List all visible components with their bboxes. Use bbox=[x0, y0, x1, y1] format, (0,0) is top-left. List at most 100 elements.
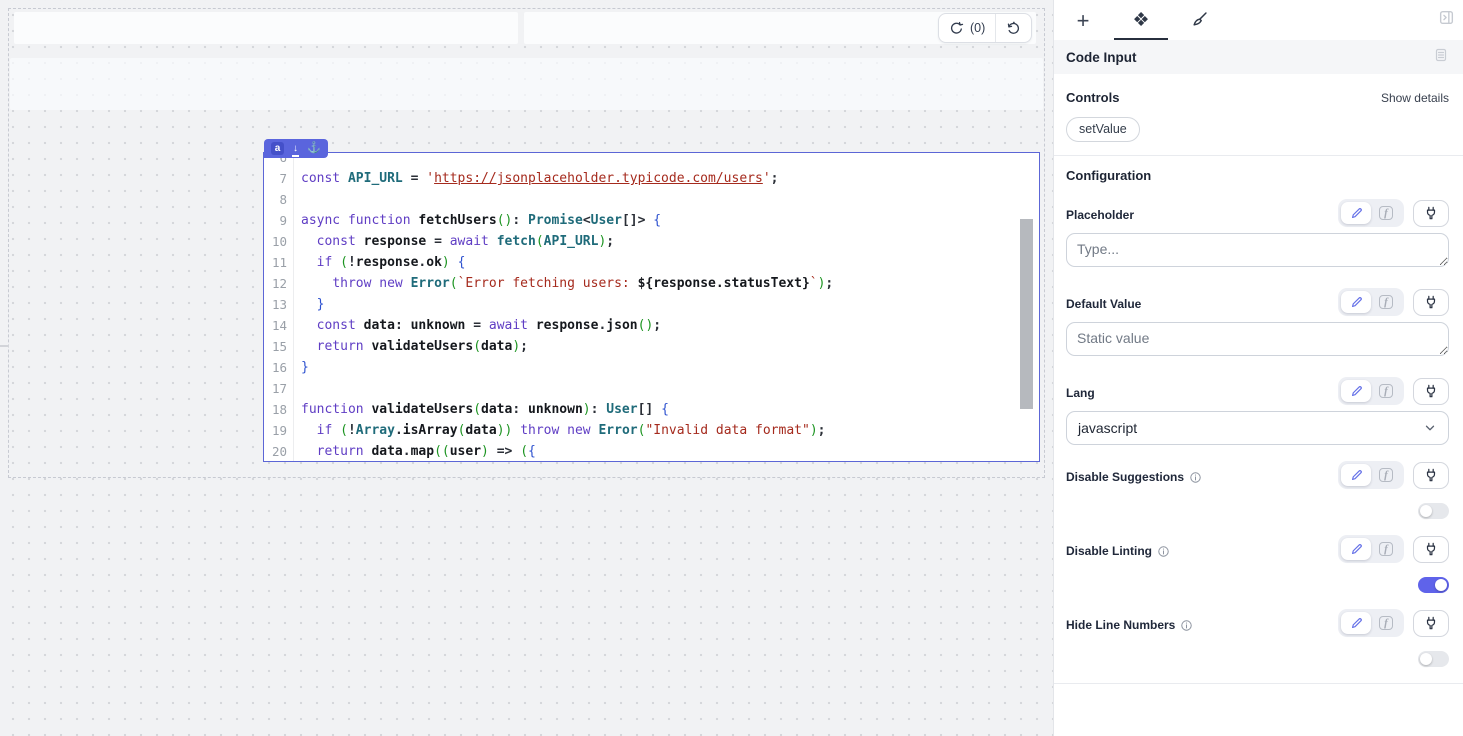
code-text: return validateUsers(data); bbox=[294, 336, 528, 357]
bind-data-button[interactable] bbox=[1413, 289, 1449, 316]
code-line: 9async function fetchUsers(): Promise<Us… bbox=[264, 210, 1039, 231]
plug-icon bbox=[1424, 468, 1438, 482]
code-input-widget[interactable]: 67const API_URL = 'https://jsonplacehold… bbox=[263, 152, 1040, 462]
edit-mode-button[interactable] bbox=[1341, 380, 1371, 402]
edit-mode-button[interactable] bbox=[1341, 612, 1371, 634]
collapse-panel-button[interactable] bbox=[1438, 9, 1455, 31]
bind-data-button[interactable] bbox=[1413, 378, 1449, 405]
anchor-icon[interactable]: ⚓ bbox=[307, 143, 321, 154]
prop-row-disable-linting: Disable Linting f bbox=[1066, 535, 1449, 593]
info-icon[interactable] bbox=[1180, 619, 1193, 632]
prop-label: Lang bbox=[1066, 386, 1095, 405]
refresh-count: (0) bbox=[970, 21, 985, 35]
fx-mode-button[interactable]: f bbox=[1371, 538, 1401, 560]
line-number: 15 bbox=[264, 336, 294, 357]
edit-icon bbox=[1350, 469, 1363, 482]
line-number: 7 bbox=[264, 168, 294, 189]
tab-style[interactable] bbox=[1170, 0, 1228, 40]
tab-add[interactable]: + bbox=[1054, 0, 1112, 40]
code-editor[interactable]: 67const API_URL = 'https://jsonplacehold… bbox=[264, 152, 1039, 462]
code-line: 17 bbox=[264, 378, 1039, 399]
fx-icon: f bbox=[1379, 384, 1393, 398]
widget-name: Code Input bbox=[1066, 50, 1137, 65]
value-mode-segment: f bbox=[1338, 377, 1404, 405]
plug-icon bbox=[1424, 295, 1438, 309]
doc-button[interactable] bbox=[1433, 47, 1449, 68]
controls-heading: Controls bbox=[1066, 90, 1119, 105]
prop-label: Hide Line Numbers bbox=[1066, 618, 1175, 632]
fx-mode-button[interactable]: f bbox=[1371, 612, 1401, 634]
disable-linting-toggle[interactable] bbox=[1418, 577, 1449, 593]
lang-select[interactable]: javascript bbox=[1066, 411, 1449, 445]
widget-type-badge[interactable]: a bbox=[271, 142, 284, 155]
edit-mode-button[interactable] bbox=[1341, 291, 1371, 313]
edit-icon bbox=[1350, 543, 1363, 556]
code-line: 7const API_URL = 'https://jsonplaceholde… bbox=[264, 168, 1039, 189]
bind-data-button[interactable] bbox=[1413, 610, 1449, 637]
design-canvas[interactable]: (0) a ↓ ⚓ 67const API_URL = 'https://jso… bbox=[0, 0, 1053, 736]
divider bbox=[1054, 683, 1463, 684]
disable-suggestions-toggle[interactable] bbox=[1418, 503, 1449, 519]
history-icon bbox=[1006, 21, 1021, 36]
code-text: const data: unknown = await response.jso… bbox=[294, 315, 661, 336]
panel-tabbar: + ❖ bbox=[1054, 0, 1463, 40]
line-number: 16 bbox=[264, 357, 294, 378]
divider bbox=[1054, 155, 1463, 156]
fx-icon: f bbox=[1379, 542, 1393, 556]
doc-icon bbox=[1433, 47, 1449, 63]
refresh-button[interactable]: (0) bbox=[939, 14, 995, 42]
info-icon[interactable] bbox=[1189, 471, 1202, 484]
code-line: 12 throw new Error(`Error fetching users… bbox=[264, 273, 1039, 294]
fx-mode-button[interactable]: f bbox=[1371, 202, 1401, 224]
add-tab-icon: + bbox=[1077, 11, 1090, 30]
edit-icon bbox=[1350, 385, 1363, 398]
bind-data-button[interactable] bbox=[1413, 200, 1449, 227]
code-text: } bbox=[294, 294, 324, 315]
fx-icon: f bbox=[1379, 295, 1393, 309]
show-details-link[interactable]: Show details bbox=[1381, 91, 1449, 105]
value-mode-segment: f bbox=[1338, 288, 1404, 316]
bind-data-button[interactable] bbox=[1413, 462, 1449, 489]
default-value-input[interactable] bbox=[1066, 322, 1449, 356]
editor-scrollbar[interactable] bbox=[1020, 219, 1033, 409]
code-line: 8 bbox=[264, 189, 1039, 210]
prop-label: Disable Linting bbox=[1066, 544, 1152, 558]
bind-data-button[interactable] bbox=[1413, 536, 1449, 563]
properties-panel: + ❖ Code Input bbox=[1053, 0, 1463, 736]
hide-line-numbers-toggle[interactable] bbox=[1418, 651, 1449, 667]
canvas-edge-handle[interactable] bbox=[0, 345, 9, 347]
lang-select-value: javascript bbox=[1078, 420, 1137, 436]
code-text: throw new Error(`Error fetching users: $… bbox=[294, 273, 833, 294]
value-mode-segment: f bbox=[1338, 461, 1404, 489]
history-button[interactable] bbox=[996, 14, 1031, 42]
edit-icon bbox=[1350, 207, 1363, 220]
plug-icon bbox=[1424, 616, 1438, 630]
chevron-down-icon bbox=[1423, 421, 1437, 435]
widgets-tab-icon: ❖ bbox=[1132, 11, 1149, 30]
refresh-icon bbox=[949, 21, 964, 36]
edit-mode-button[interactable] bbox=[1341, 202, 1371, 224]
edit-mode-button[interactable] bbox=[1341, 538, 1371, 560]
setvalue-chip[interactable]: setValue bbox=[1066, 117, 1140, 142]
value-mode-segment: f bbox=[1338, 199, 1404, 227]
edit-mode-button[interactable] bbox=[1341, 464, 1371, 486]
fx-icon: f bbox=[1379, 468, 1393, 482]
code-text: const API_URL = 'https://jsonplaceholder… bbox=[294, 168, 778, 189]
line-number: 18 bbox=[264, 399, 294, 420]
pin-down-icon[interactable]: ↓ bbox=[293, 144, 298, 154]
code-line: 10 const response = await fetch(API_URL)… bbox=[264, 231, 1039, 252]
info-icon[interactable] bbox=[1157, 545, 1170, 558]
code-line: 11 if (!response.ok) { bbox=[264, 252, 1039, 273]
fx-mode-button[interactable]: f bbox=[1371, 380, 1401, 402]
style-tab-icon bbox=[1190, 11, 1208, 29]
placeholder-input[interactable] bbox=[1066, 233, 1449, 267]
code-line: 18function validateUsers(data: unknown):… bbox=[264, 399, 1039, 420]
prop-row-hide-line-numbers: Hide Line Numbers f bbox=[1066, 609, 1449, 667]
tab-widgets[interactable]: ❖ bbox=[1112, 0, 1170, 40]
line-number: 14 bbox=[264, 315, 294, 336]
fx-icon: f bbox=[1379, 206, 1393, 220]
prop-label: Disable Suggestions bbox=[1066, 470, 1184, 484]
plug-icon bbox=[1424, 542, 1438, 556]
fx-mode-button[interactable]: f bbox=[1371, 291, 1401, 313]
fx-mode-button[interactable]: f bbox=[1371, 464, 1401, 486]
